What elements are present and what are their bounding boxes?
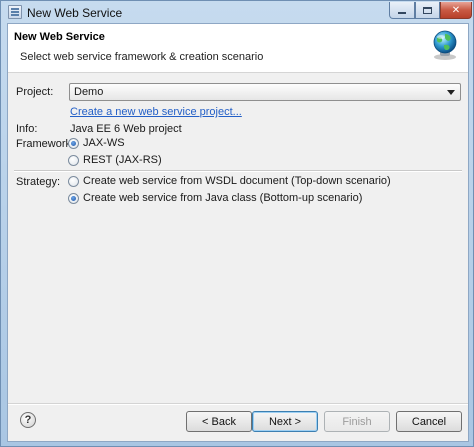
- project-select-value: Demo: [74, 86, 104, 98]
- framework-label: Framework:: [16, 138, 75, 150]
- close-icon: ✕: [451, 4, 461, 16]
- framework-radio-jax-ws[interactable]: JAX-WS: [68, 137, 125, 149]
- radio-unchecked-icon[interactable]: [68, 154, 79, 166]
- info-value: Java EE 6 Web project: [70, 123, 182, 135]
- radio-unchecked-icon[interactable]: [68, 175, 79, 187]
- help-icon[interactable]: ?: [20, 412, 36, 428]
- framework-option-label: JAX-WS: [83, 137, 125, 149]
- strategy-option-label: Create web service from Java class (Bott…: [83, 192, 363, 204]
- framework-radio-rest[interactable]: REST (JAX-RS): [68, 154, 162, 166]
- title-bar[interactable]: New Web Service ✕: [1, 1, 474, 23]
- strategy-radio-top-down[interactable]: Create web service from WSDL document (T…: [68, 175, 391, 187]
- banner-title: New Web Service: [14, 31, 105, 43]
- finish-button[interactable]: Finish: [324, 411, 390, 432]
- project-select[interactable]: Demo: [69, 83, 461, 101]
- maximize-button[interactable]: [415, 2, 440, 19]
- window-title: New Web Service: [27, 6, 123, 20]
- back-button[interactable]: < Back: [186, 411, 252, 432]
- radio-checked-icon[interactable]: [68, 192, 79, 204]
- info-label: Info:: [16, 123, 38, 135]
- close-button[interactable]: ✕: [440, 2, 472, 19]
- chevron-down-icon: [447, 90, 455, 95]
- minimize-button[interactable]: [389, 2, 415, 19]
- form-separator: [14, 170, 462, 172]
- strategy-option-label: Create web service from WSDL document (T…: [83, 175, 391, 187]
- wizard-banner: New Web Service Select web service frame…: [8, 24, 468, 73]
- button-bar-separator: [8, 403, 468, 405]
- strategy-label: Strategy:: [16, 176, 61, 188]
- banner-description: Select web service framework & creation …: [20, 51, 264, 63]
- dialog-client-area: New Web Service Select web service frame…: [7, 23, 469, 442]
- maximize-icon: [423, 6, 432, 14]
- window-app-icon: [8, 5, 22, 19]
- radio-checked-icon[interactable]: [68, 137, 79, 149]
- cancel-button[interactable]: Cancel: [396, 411, 462, 432]
- dialog-window: New Web Service ✕ New Web Service Select…: [0, 0, 474, 447]
- next-button[interactable]: Next >: [252, 411, 318, 432]
- project-label: Project:: [16, 86, 54, 98]
- strategy-radio-bottom-up[interactable]: Create web service from Java class (Bott…: [68, 192, 362, 204]
- framework-option-label: REST (JAX-RS): [83, 154, 162, 166]
- create-project-link[interactable]: Create a new web service project...: [70, 106, 242, 118]
- minimize-icon: [398, 12, 406, 14]
- web-service-globe-icon: [433, 30, 457, 60]
